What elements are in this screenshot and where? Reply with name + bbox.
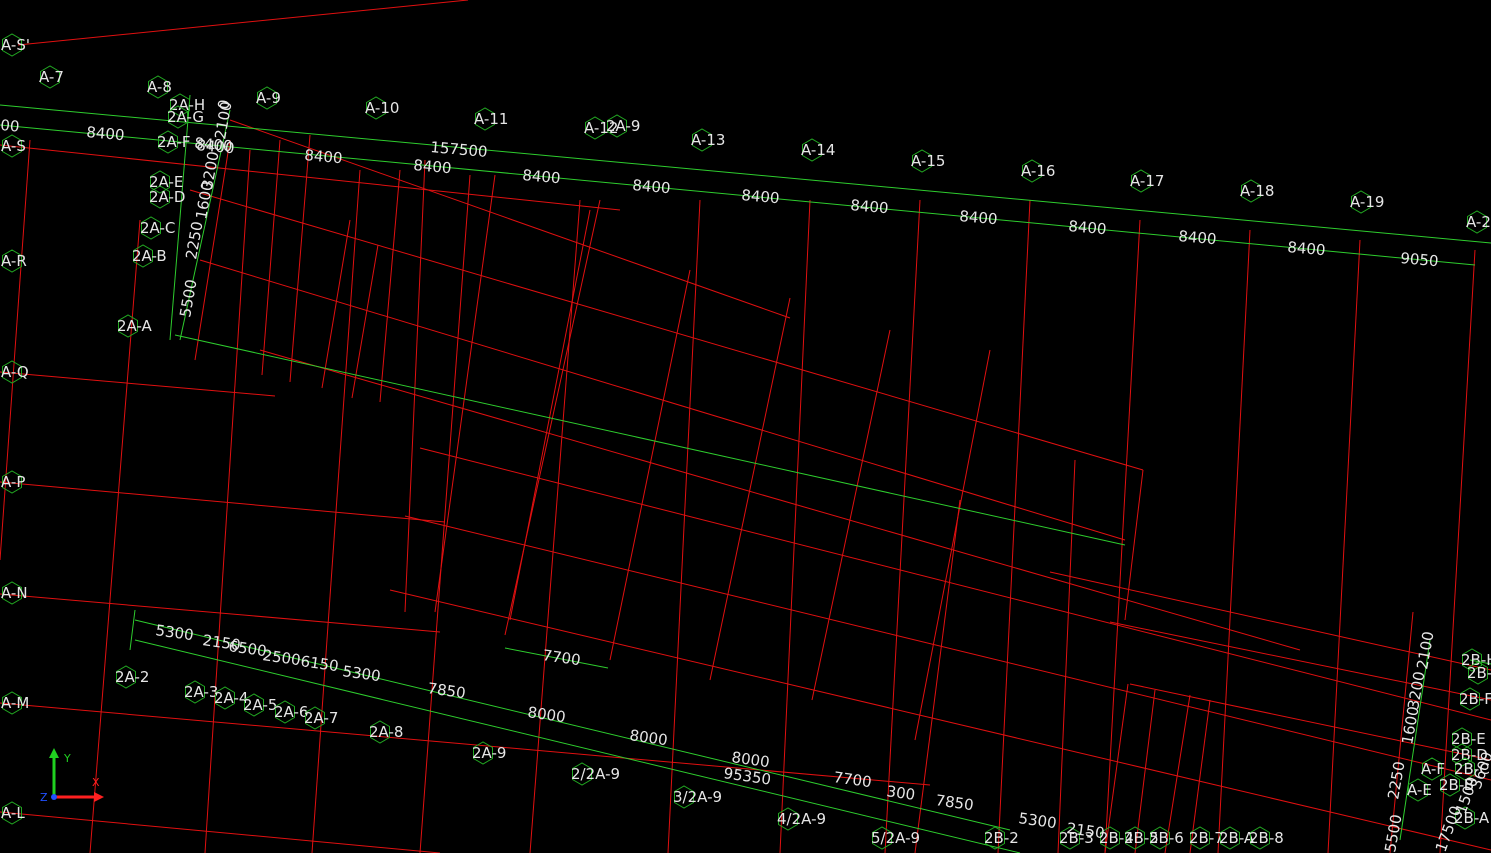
cad-drawing-canvas[interactable]: A-S'A-7A-82A-H2A-GA-9A-10A-11 A-122A-9A-1… bbox=[0, 0, 1491, 853]
grid-bubble-label: 2B-F bbox=[1459, 690, 1491, 708]
dimension-label: 8400 bbox=[632, 176, 672, 197]
grid-bubble-label: 5/2A-9 bbox=[871, 829, 920, 847]
grid-bubble-label: A-15 bbox=[911, 152, 945, 170]
dimension-label: 8400 bbox=[1178, 227, 1218, 248]
grid-bubble-label: 2A-5 bbox=[243, 696, 277, 714]
grid-bubble-label: 2A-7 bbox=[304, 709, 338, 727]
grid-bubble-label: 2A-G bbox=[167, 108, 204, 126]
grid-bubble-label: 4/2A-9 bbox=[777, 810, 826, 828]
grid-bubble-label: 2A-9 bbox=[472, 744, 506, 762]
grid-bubble-label: A-7 bbox=[39, 68, 64, 86]
grid-bubble-label: 2B-6 bbox=[1149, 829, 1184, 847]
grid-bubble-label: 2A-2 bbox=[115, 668, 149, 686]
grid-bubble-label: A-18 bbox=[1240, 182, 1274, 200]
grid-bubble-label: A-19 bbox=[1350, 193, 1384, 211]
grid-bubble-label: A-S' bbox=[1, 36, 30, 54]
ucs-x-label: X bbox=[92, 776, 100, 789]
dimension-label: 8400 bbox=[959, 207, 999, 228]
grid-bubble-label: 2B-8 bbox=[1249, 829, 1284, 847]
grid-bubble-label: 2/2A-9 bbox=[571, 765, 620, 783]
grid-bubble-label: A-N bbox=[1, 584, 28, 602]
grid-bubble-label: 2A-A bbox=[117, 317, 153, 335]
grid-bubble-label: A-11 bbox=[474, 110, 508, 128]
grid-bubble-label: A-F bbox=[1421, 760, 1445, 778]
dimension-label: 8400 bbox=[304, 146, 344, 167]
grid-bubble-label: A-M bbox=[1, 694, 29, 712]
grid-bubble-label: 2B-G bbox=[1467, 664, 1491, 682]
grid-bubble-label: 2A-8 bbox=[369, 723, 403, 741]
dimension-label: 8400 bbox=[1287, 238, 1327, 259]
dimension-label: 8400 bbox=[741, 186, 781, 207]
grid-bubble-label: 3/2A-9 bbox=[673, 788, 722, 806]
grid-bubble-label: A-9 bbox=[256, 89, 281, 107]
grid-bubble-label: A-S bbox=[1, 137, 26, 155]
dimension-label: 9050 bbox=[1400, 249, 1440, 270]
grid-bubble-label: A-Q bbox=[1, 363, 29, 381]
grid-bubble-label: 2A-F bbox=[157, 133, 191, 151]
grid-bubble-label: A-R bbox=[1, 252, 27, 270]
grid-bubble-label: 2A-9 bbox=[606, 117, 640, 135]
grid-bubble-label: A-10 bbox=[365, 99, 399, 117]
dimension-label: 8400 bbox=[522, 166, 562, 187]
dimension-label: 8400 bbox=[413, 156, 453, 177]
grid-bubble-label: A-P bbox=[1, 473, 25, 491]
ucs-y-label: Y bbox=[63, 752, 71, 765]
grid-bubble-label: A-E bbox=[1407, 781, 1432, 799]
grid-bubble-label: 2A-D bbox=[149, 188, 185, 206]
grid-bubble-label: A-L bbox=[1, 804, 25, 822]
dimension-label: 8400 bbox=[850, 196, 890, 217]
grid-bubble-label: A-16 bbox=[1021, 162, 1055, 180]
grid-bubble-label: A-14 bbox=[801, 141, 835, 159]
grid-bubble-label: 2A-C bbox=[140, 219, 175, 237]
dimension-label: 8400 bbox=[86, 123, 126, 144]
ucs-z-label: Z bbox=[40, 791, 48, 804]
grid-bubble-label: A-13 bbox=[691, 131, 725, 149]
grid-bubble-label: 2A-B bbox=[132, 247, 167, 265]
grid-bubble-label: 2B-2 bbox=[984, 829, 1019, 847]
grid-bubble-label: A-17 bbox=[1130, 172, 1164, 190]
dimension-label: 8400 bbox=[1068, 217, 1108, 238]
grid-bubble-label: A-2 bbox=[1466, 213, 1491, 231]
grid-bubble-label: A-8 bbox=[147, 78, 172, 96]
dimension-label: 00 bbox=[0, 116, 20, 136]
